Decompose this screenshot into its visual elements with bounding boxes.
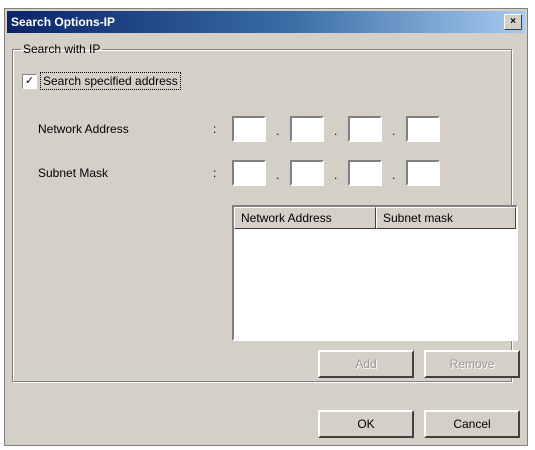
network-address-octet-2[interactable] (290, 116, 324, 142)
title-bar[interactable]: Search Options-IP × (7, 11, 525, 33)
subnet-mask-octet-3[interactable] (348, 160, 382, 186)
ok-button[interactable]: OK (318, 410, 414, 438)
window-title: Search Options-IP (11, 15, 116, 29)
network-address-separator: . (276, 124, 280, 138)
network-address-separator: . (392, 124, 396, 138)
subnet-mask-separator: . (334, 168, 338, 182)
subnet-mask-label: Subnet Mask (38, 166, 109, 180)
subnet-mask-octet-4[interactable] (406, 160, 440, 186)
subnet-mask-octet-2[interactable] (290, 160, 324, 186)
remove-button[interactable]: Remove (424, 350, 520, 378)
network-address-colon: : (213, 122, 217, 136)
subnet-mask-separator: . (276, 168, 280, 182)
network-address-separator: . (334, 124, 338, 138)
subnet-mask-octet-1[interactable] (232, 160, 266, 186)
subnet-mask-colon: : (213, 166, 217, 180)
close-icon[interactable]: × (504, 14, 522, 30)
network-address-octet-1[interactable] (232, 116, 266, 142)
add-button[interactable]: Add (318, 350, 414, 378)
group-legend: Search with IP (23, 42, 101, 56)
list-header: Network Address Subnet mask (234, 207, 516, 229)
column-header-network-address[interactable]: Network Address (234, 207, 376, 229)
network-address-octet-4[interactable] (406, 116, 440, 142)
address-list[interactable]: Network Address Subnet mask (232, 205, 518, 341)
search-specified-address-checkbox[interactable]: ✓ (22, 74, 37, 89)
search-specified-address-label[interactable]: Search specified address (40, 72, 181, 90)
network-address-label: Network Address (38, 122, 129, 136)
subnet-mask-separator: . (392, 168, 396, 182)
cancel-button[interactable]: Cancel (424, 410, 520, 438)
column-header-subnet-mask[interactable]: Subnet mask (376, 207, 516, 229)
network-address-octet-3[interactable] (348, 116, 382, 142)
